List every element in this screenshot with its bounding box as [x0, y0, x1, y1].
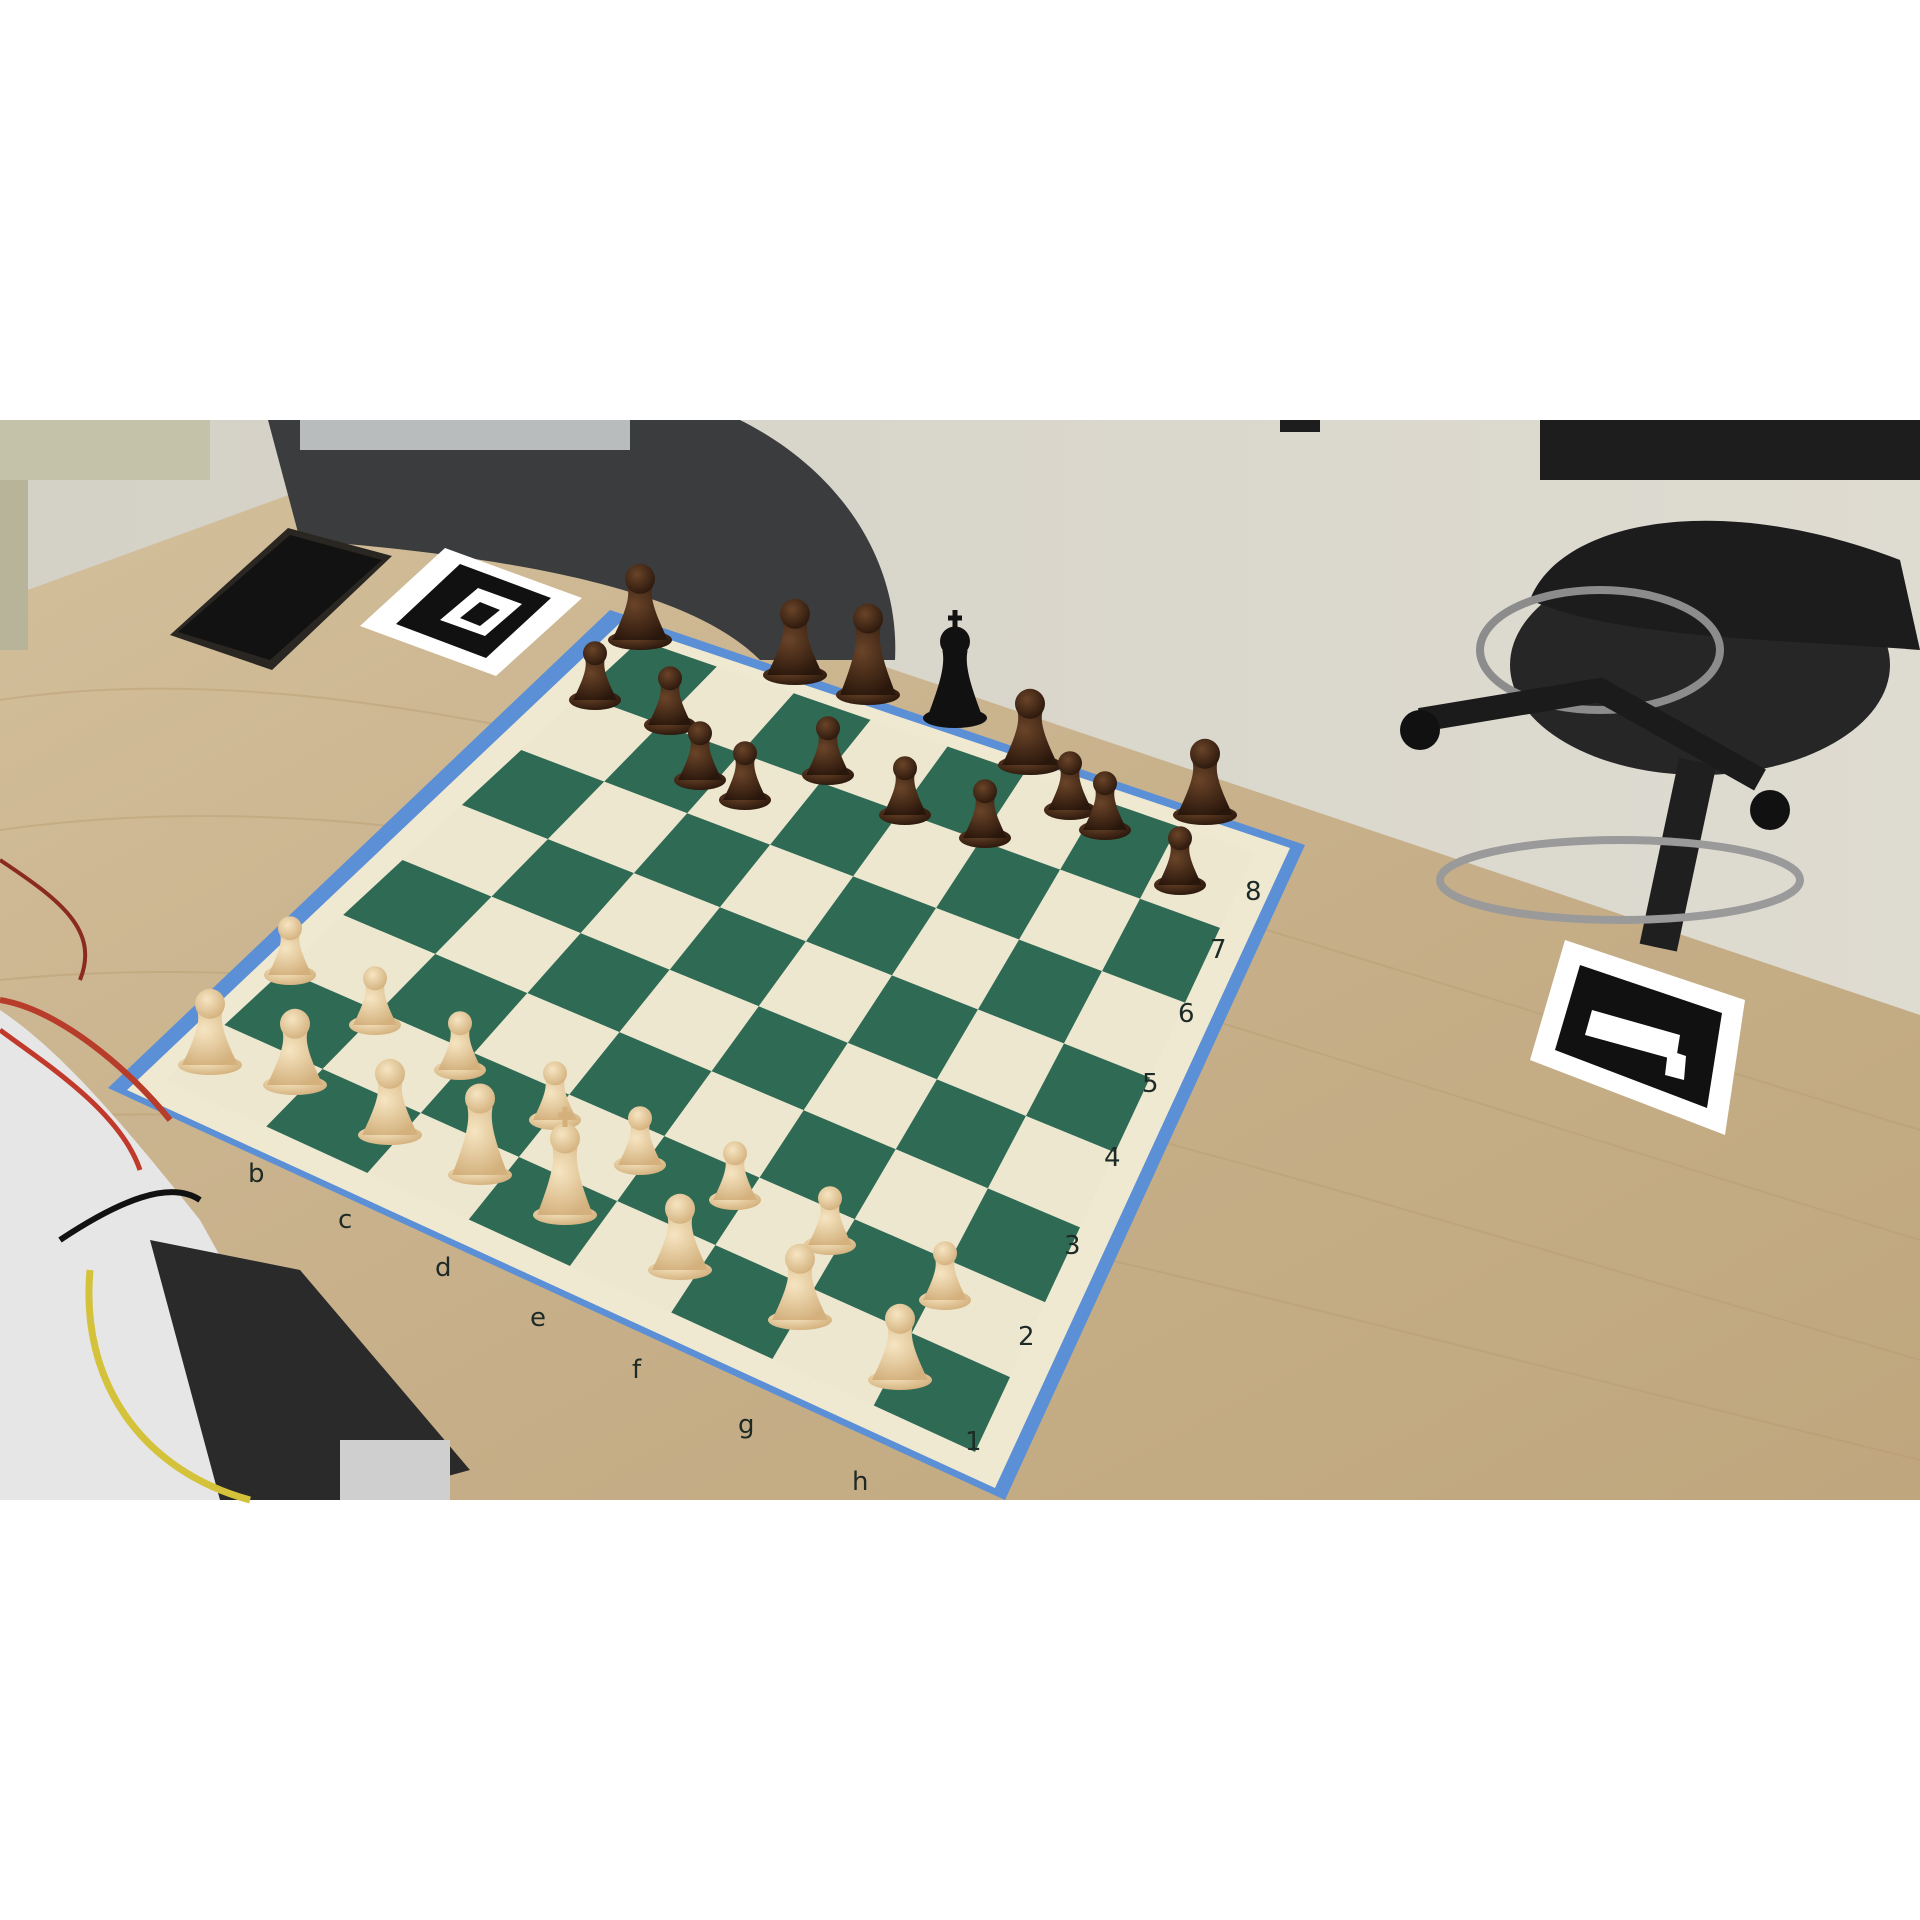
- bottom-letterbox: [0, 1500, 1920, 1920]
- photo-region: b c d e f g h 8 7 6 5 4 3 2 1: [0, 420, 1920, 1504]
- file-label: h: [852, 1467, 868, 1497]
- shelf-post: [0, 480, 28, 650]
- shelf: [0, 420, 210, 480]
- file-label: c: [338, 1205, 352, 1235]
- rank-label: 8: [1245, 877, 1262, 907]
- rank-label: 2: [1018, 1322, 1035, 1352]
- file-label: d: [435, 1253, 452, 1283]
- rank-label: 6: [1178, 999, 1195, 1029]
- rank-label: 7: [1210, 935, 1227, 965]
- file-label: e: [530, 1303, 546, 1333]
- file-label: b: [248, 1159, 265, 1189]
- rank-label: 4: [1104, 1143, 1121, 1173]
- person-shirt: [300, 420, 630, 450]
- file-label: g: [738, 1410, 755, 1440]
- chessboard-photo: b c d e f g h 8 7 6 5 4 3 2 1: [0, 0, 1920, 1920]
- file-label: f: [632, 1355, 642, 1385]
- rank-label: 5: [1142, 1069, 1159, 1099]
- top-letterbox: [0, 0, 1920, 420]
- rank-label: 1: [965, 1427, 982, 1457]
- rank-label: 3: [1064, 1231, 1081, 1261]
